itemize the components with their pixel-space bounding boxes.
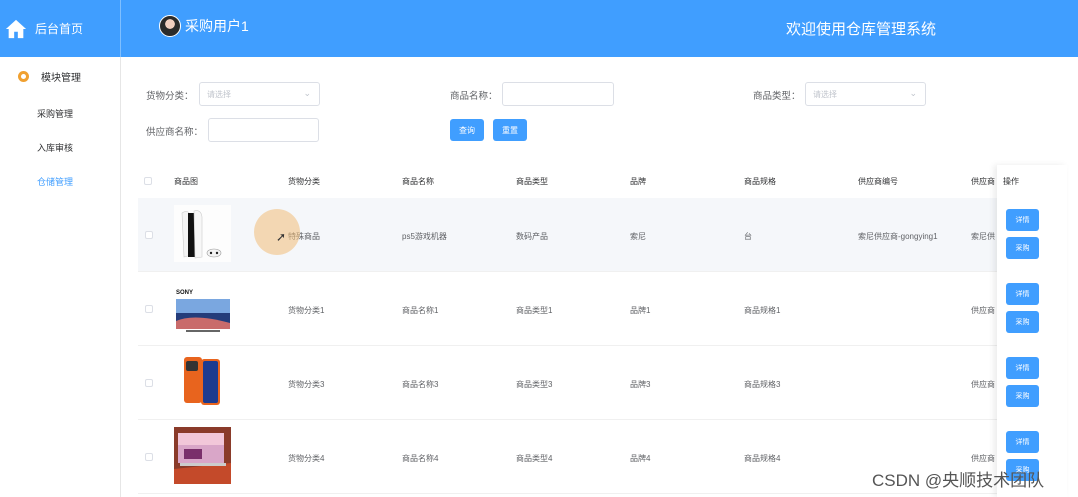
product-image-ps5 [174, 205, 231, 262]
chevron-down-icon: ⌄ [303, 88, 311, 98]
table-row[interactable]: SONY 货物分类1 商品名称1 商品类型1 品牌1 商品规格1 供应商 [138, 272, 1064, 346]
row-checkbox[interactable] [145, 379, 153, 387]
column-header-supplier-no: 供应商编号 [858, 177, 898, 186]
detail-button[interactable]: 详情 [1006, 431, 1039, 453]
sidebar: 模块管理 采购管理 入库审核 仓储管理 [0, 57, 121, 497]
type-placeholder: 请选择 [813, 90, 837, 99]
cell-name: 商品名称1 [402, 306, 439, 315]
cell-type: 商品类型4 [516, 454, 553, 463]
mouse-cursor-icon: ➚ [276, 230, 287, 244]
cell-spec: 商品规格4 [744, 454, 781, 463]
category-placeholder: 请选择 [207, 90, 231, 99]
cell-brand: 品牌4 [630, 454, 651, 463]
cell-supplier: 供应商 [971, 380, 995, 389]
watermark: CSDN @央顺技术团队 [872, 471, 1045, 490]
cell-spec: 台 [744, 232, 752, 241]
row-checkbox[interactable] [145, 231, 153, 239]
cell-category: 货物分类1 [288, 306, 325, 315]
cell-supplier: 索尼供 [971, 232, 995, 241]
column-header-brand: 品牌 [630, 177, 646, 186]
column-header-spec: 商品规格 [744, 177, 776, 186]
category-select[interactable]: 请选择 ⌄ [199, 82, 320, 106]
purchase-button[interactable]: 采购 [1006, 311, 1039, 333]
supplier-input[interactable] [208, 118, 319, 142]
row-checkbox[interactable] [145, 305, 153, 313]
column-header-name: 商品名称 [402, 177, 434, 186]
home-link[interactable]: 后台首页 [0, 0, 121, 57]
sidebar-item-storage[interactable]: 仓储管理 [37, 175, 73, 188]
cell-type: 商品类型3 [516, 380, 553, 389]
purchase-button[interactable]: 采购 [1006, 385, 1039, 407]
product-image-sony-tv: SONY [174, 279, 231, 336]
home-icon [5, 19, 27, 38]
cell-spec: 商品规格3 [744, 380, 781, 389]
chevron-down-icon: ⌄ [909, 88, 917, 98]
cell-type: 数码产品 [516, 232, 548, 241]
query-button[interactable]: 查询 [450, 119, 484, 141]
detail-button[interactable]: 详情 [1006, 357, 1039, 379]
sony-brand-text: SONY [176, 290, 193, 296]
name-input[interactable] [502, 82, 614, 106]
column-header-actions: 操作 [1003, 177, 1019, 186]
sidebar-group-module[interactable]: 模块管理 [18, 69, 81, 84]
top-header: 后台首页 采购用户1 欢迎使用仓库管理系统 [0, 0, 1078, 57]
cell-brand: 品牌3 [630, 380, 651, 389]
cell-supplier-no: 索尼供应商-gongying1 [858, 232, 938, 241]
purchase-button[interactable]: 采购 [1006, 237, 1039, 259]
product-image-phone [174, 353, 231, 410]
welcome-title: 欢迎使用仓库管理系统 [786, 21, 937, 38]
column-header-type: 商品类型 [516, 177, 548, 186]
user-name: 采购用户1 [185, 18, 249, 34]
row-checkbox[interactable] [145, 453, 153, 461]
select-all-checkbox[interactable] [144, 177, 152, 185]
product-image-laptop [174, 427, 231, 484]
table-row[interactable]: 货物分类3 商品名称3 商品类型3 品牌3 商品规格3 供应商 [138, 346, 1064, 420]
cell-supplier: 供应商 [971, 306, 995, 315]
sidebar-group-label: 模块管理 [41, 73, 81, 84]
cell-name: ps5游戏机器 [402, 232, 447, 241]
cell-supplier: 供应商 [971, 454, 995, 463]
cell-category: 货物分类3 [288, 380, 325, 389]
cell-brand: 品牌1 [630, 306, 651, 315]
user-menu[interactable]: 采购用户1 [159, 15, 249, 37]
sidebar-item-purchase[interactable]: 采购管理 [37, 107, 73, 120]
cell-type: 商品类型1 [516, 306, 553, 315]
category-label: 货物分类： [146, 91, 194, 102]
supplier-label: 供应商名称： [146, 127, 204, 138]
type-label: 商品类型： [753, 91, 801, 102]
column-header-supplier: 供应商 [971, 177, 995, 186]
column-header-image: 商品图 [174, 177, 198, 186]
name-label: 商品名称： [450, 91, 498, 102]
home-label: 后台首页 [35, 22, 84, 36]
detail-button[interactable]: 详情 [1006, 209, 1039, 231]
cell-name: 商品名称4 [402, 454, 439, 463]
sidebar-item-inbound-review[interactable]: 入库审核 [37, 141, 73, 154]
reset-button[interactable]: 重置 [493, 119, 527, 141]
type-select[interactable]: 请选择 ⌄ [805, 82, 926, 106]
column-header-category: 货物分类 [288, 177, 320, 186]
gear-icon [18, 71, 29, 82]
cell-brand: 索尼 [630, 232, 646, 241]
cell-category: 货物分类4 [288, 454, 325, 463]
cell-name: 商品名称3 [402, 380, 439, 389]
avatar [159, 15, 181, 37]
detail-button[interactable]: 详情 [1006, 283, 1039, 305]
cell-spec: 商品规格1 [744, 306, 781, 315]
